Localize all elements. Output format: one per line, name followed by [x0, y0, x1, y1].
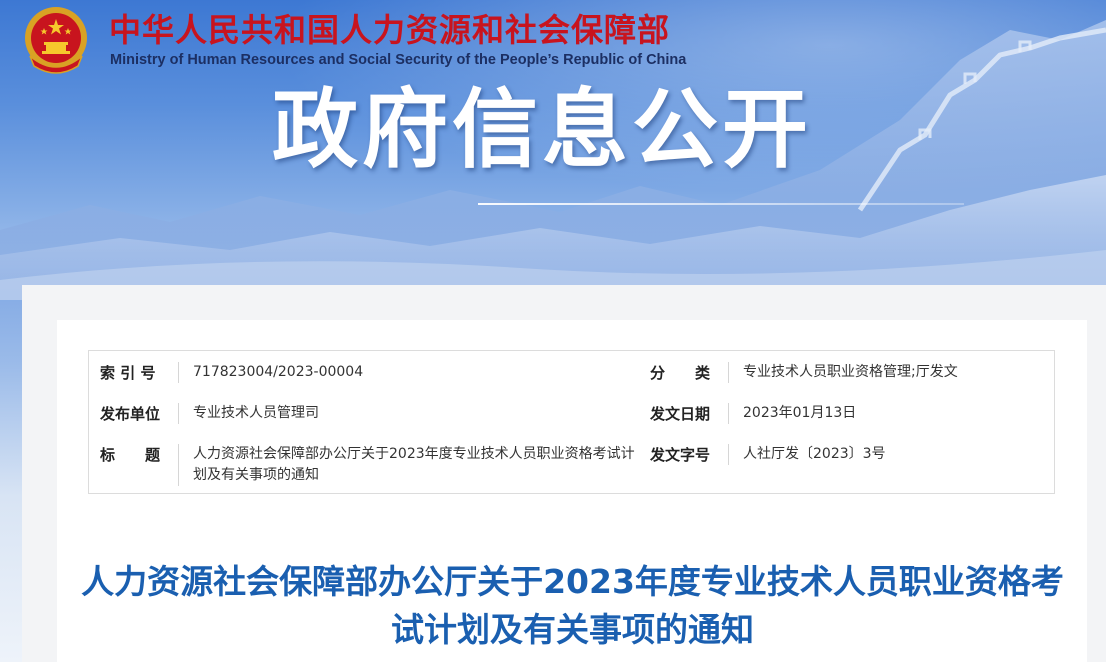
site-banner: 中华人民共和国人力资源和社会保障部 Ministry of Human Reso…	[0, 0, 1106, 300]
meta-category-value: 专业技术人员职业资格管理;厅发文	[728, 362, 1048, 383]
meta-index-value: 717823004/2023-00004	[178, 362, 638, 383]
ministry-name-en: Ministry of Human Resources and Social S…	[110, 52, 687, 68]
meta-category-label: 分 类	[650, 364, 711, 382]
meta-title-label: 标 题	[100, 446, 161, 464]
meta-doc-number-label: 发文字号	[650, 446, 711, 464]
meta-date-label: 发文日期	[650, 405, 711, 423]
banner-title: 政府信息公开	[272, 80, 812, 180]
meta-doc-number-value: 人社厅发〔2023〕3号	[728, 444, 1048, 465]
document-title: 人力资源社会保障部办公厅关于2023年度专业技术人员职业资格考试计划及有关事项的…	[81, 562, 1064, 649]
banner-divider	[478, 203, 964, 205]
meta-publisher-label: 发布单位	[100, 405, 161, 423]
meta-title-value: 人力资源社会保障部办公厅关于2023年度专业技术人员职业资格考试计划及有关事项的…	[178, 444, 638, 486]
meta-index-label: 索 引 号	[100, 364, 156, 382]
meta-publisher-value: 专业技术人员管理司	[178, 403, 638, 424]
meta-date-value: 2023年01月13日	[728, 403, 1048, 424]
document-metadata-table: 索 引 号 717823004/2023-00004 分 类 专业技术人员职业资…	[88, 350, 1055, 494]
ministry-name-cn: 中华人民共和国人力资源和社会保障部	[109, 11, 671, 49]
national-emblem-icon	[22, 4, 90, 74]
